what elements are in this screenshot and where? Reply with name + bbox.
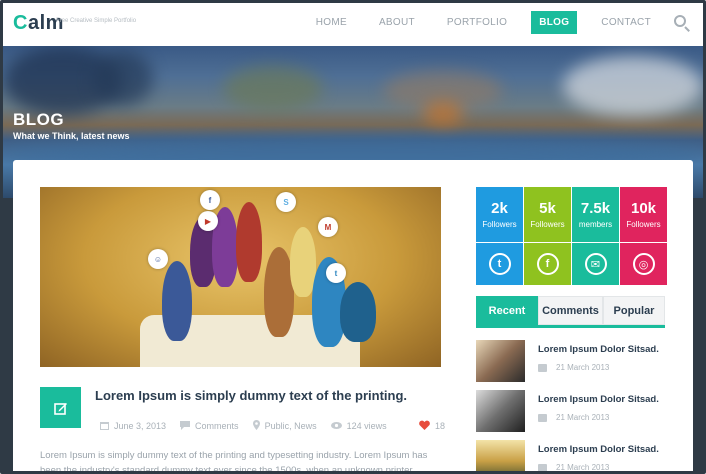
recent-title[interactable]: Lorem Ipsum Dolor Sitsad. xyxy=(538,394,659,405)
dribbble-counter[interactable]: 10k Followers xyxy=(620,187,667,242)
page-title: BLOG xyxy=(13,110,65,129)
tagline: Free Creative Simple Portfolio xyxy=(56,18,137,24)
social-label: Followers xyxy=(482,220,517,229)
social-label: Followers xyxy=(626,220,661,229)
nav-blog[interactable]: BLOG xyxy=(531,11,578,34)
post-format-badge[interactable] xyxy=(40,387,81,428)
search-icon[interactable] xyxy=(673,14,691,32)
edit-icon xyxy=(53,402,67,415)
facebook-icon: f xyxy=(536,253,559,275)
social-label: members xyxy=(578,220,613,229)
post-categories[interactable]: Public, News xyxy=(252,420,317,432)
tab-comments[interactable]: Comments xyxy=(538,296,603,325)
recent-title[interactable]: Lorem Ipsum Dolor Sitsad. xyxy=(538,444,659,455)
twitter-icon: t xyxy=(488,253,511,275)
post-title[interactable]: Lorem Ipsum is simply dummy text of the … xyxy=(95,388,407,403)
top-bar: Calm Free Creative Simple Portfolio HOME… xyxy=(3,3,703,46)
location-pin-icon xyxy=(252,420,260,432)
social-count: 5k xyxy=(539,200,556,217)
post-views: 124 views xyxy=(330,421,387,431)
dribbble-icon: ◎ xyxy=(632,253,655,275)
nav-about[interactable]: ABOUT xyxy=(371,11,423,34)
twitter-counter[interactable]: 2k Followers xyxy=(476,187,523,242)
social-label: Followers xyxy=(530,220,565,229)
social-count: 10k xyxy=(630,200,657,217)
logo-accent: C xyxy=(13,12,28,34)
post-views-text: 124 views xyxy=(346,421,387,431)
nav-home[interactable]: HOME xyxy=(308,11,355,34)
recent-date: 21 March 2013 xyxy=(538,413,659,422)
recent-date-text: 21 March 2013 xyxy=(556,463,610,472)
nav-contact[interactable]: CONTACT xyxy=(593,11,659,34)
email-link[interactable]: ✉ xyxy=(572,243,619,285)
recent-date: 21 March 2013 xyxy=(538,363,659,372)
recent-thumbnail[interactable] xyxy=(476,440,525,471)
post-likes-count: 18 xyxy=(434,421,445,431)
recent-title[interactable]: Lorem Ipsum Dolor Sitsad. xyxy=(538,344,659,355)
recent-date-text: 21 March 2013 xyxy=(556,363,610,372)
tab-recent[interactable]: Recent xyxy=(476,296,538,325)
content-panel: ▶ f S M ☺ t Lorem Ipsum is simply dummy … xyxy=(13,160,693,474)
calendar-icon xyxy=(538,463,547,471)
dribbble-link[interactable]: ◎ xyxy=(620,243,667,285)
recent-date-text: 21 March 2013 xyxy=(556,413,610,422)
twitter-bubble-icon: t xyxy=(326,263,346,283)
facebook-counter[interactable]: 5k Followers xyxy=(524,187,571,242)
gmail-icon: M xyxy=(318,217,338,237)
youtube-icon: ▶ xyxy=(198,211,218,231)
recent-thumbnail[interactable] xyxy=(476,390,525,432)
skype-icon: S xyxy=(276,192,296,212)
post-featured-image[interactable]: ▶ f S M ☺ t xyxy=(40,187,441,367)
heart-icon xyxy=(419,420,430,432)
post-likes[interactable]: 18 xyxy=(419,420,445,432)
facebook-link[interactable]: f xyxy=(524,243,571,285)
recent-posts: Lorem Ipsum Dolor Sitsad. 21 March 2013 … xyxy=(476,340,668,472)
social-counters: 2k Followers 5k Followers 7.5k members 1… xyxy=(476,187,668,285)
widget-tabs: Recent Comments Popular xyxy=(476,296,665,328)
facebook-icon: f xyxy=(200,190,220,210)
calendar-icon xyxy=(538,363,547,372)
tab-popular[interactable]: Popular xyxy=(603,296,665,325)
list-item[interactable]: Lorem Ipsum Dolor Sitsad. 21 March 2013 xyxy=(476,390,668,440)
post-categories-text: Public, News xyxy=(264,421,317,431)
email-icon: ✉ xyxy=(584,253,607,275)
recent-thumbnail[interactable] xyxy=(476,340,525,382)
comment-icon xyxy=(180,420,191,432)
recent-date: 21 March 2013 xyxy=(538,463,659,472)
page-subtitle: What we Think, latest news xyxy=(13,131,130,141)
email-counter[interactable]: 7.5k members xyxy=(572,187,619,242)
list-item[interactable]: Lorem Ipsum Dolor Sitsad. 21 March 2013 xyxy=(476,440,668,472)
main-nav: HOME ABOUT PORTFOLIO BLOG CONTACT xyxy=(292,11,691,34)
calendar-icon xyxy=(538,413,547,422)
social-count: 7.5k xyxy=(580,200,611,217)
twitter-link[interactable]: t xyxy=(476,243,523,285)
social-count: 2k xyxy=(491,200,508,217)
post-excerpt: Lorem Ipsum is simply dummy text of the … xyxy=(40,450,428,474)
post-date: June 3, 2013 xyxy=(100,421,166,432)
list-item[interactable]: Lorem Ipsum Dolor Sitsad. 21 March 2013 xyxy=(476,340,668,390)
contacts-icon: ☺ xyxy=(148,249,168,269)
browser-frame: Calm Free Creative Simple Portfolio HOME… xyxy=(0,0,706,474)
calendar-icon xyxy=(100,421,109,432)
post-meta: June 3, 2013 Comments Public, News 124 v… xyxy=(100,420,445,432)
post-comments-text: Comments xyxy=(195,421,239,431)
post-comments[interactable]: Comments xyxy=(180,420,239,432)
eye-icon xyxy=(330,421,342,431)
post-date-text: June 3, 2013 xyxy=(114,421,167,431)
nav-portfolio[interactable]: PORTFOLIO xyxy=(439,11,515,34)
